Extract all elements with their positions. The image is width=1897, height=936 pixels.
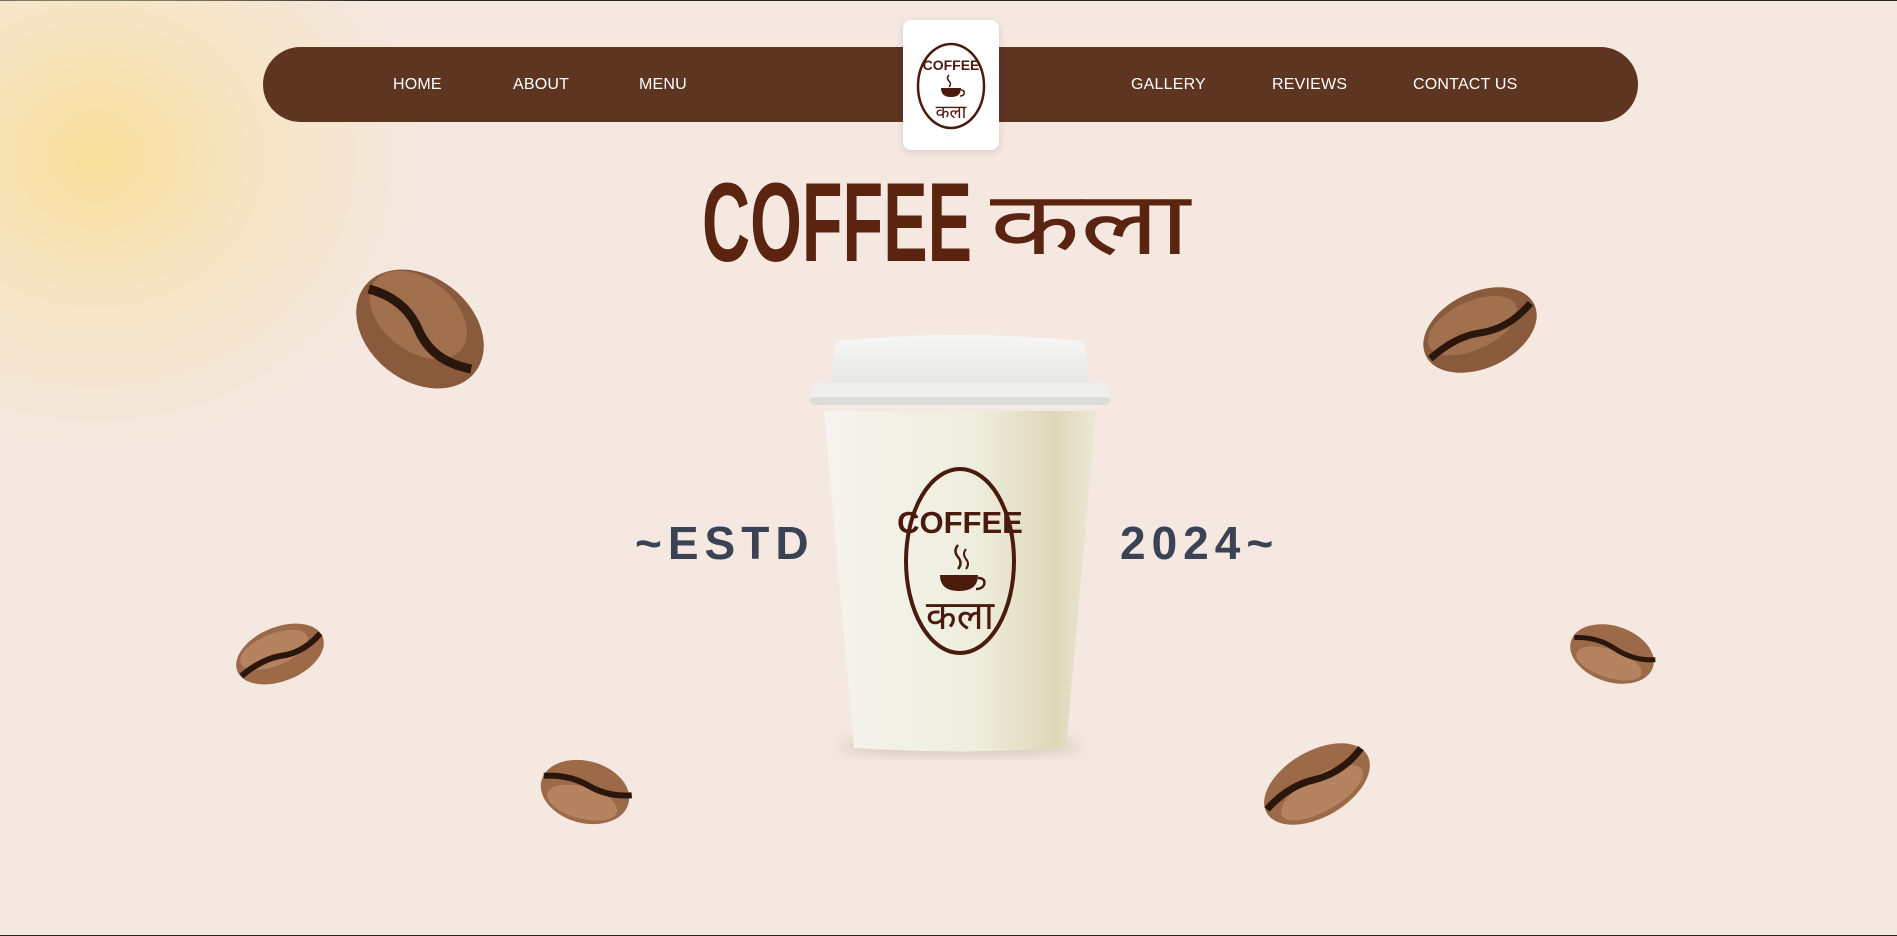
coffee-bean-icon [540,759,633,825]
nav-reviews-link[interactable]: REVIEWS [1272,47,1347,122]
logo-card[interactable]: COFFEE कला [903,20,999,150]
year-label: 2024~ [1120,517,1280,569]
nav-about-link[interactable]: ABOUT [513,47,569,122]
hero-wordmark: COFFEE कला [702,166,1193,266]
cup-coffee-text: COFFEE [897,505,1023,540]
wordmark-devanagari-text: कला [990,172,1193,266]
nav-gallery-link[interactable]: GALLERY [1131,47,1206,122]
coffee-bean-icon [1264,743,1370,825]
logo-coffee-text: COFFEE [923,57,980,73]
nav-contact-link[interactable]: CONTACT US [1413,47,1518,122]
brand-logo: COFFEE कला [916,42,986,130]
nav-menu-link[interactable]: MENU [639,47,687,122]
wordmark-coffee-text: COFFEE [702,166,972,266]
coffee-bean-icon [1570,624,1656,684]
coffee-bean-icon [356,269,484,389]
coffee-bean-icon [1423,287,1537,373]
coffee-bean-icon [236,623,324,685]
logo-devanagari-text: कला [936,102,967,123]
cup-devanagari-text: कला [926,593,995,639]
nav-home-link[interactable]: HOME [393,47,442,122]
estd-label: ~ESTD [635,517,815,569]
steaming-cup-icon [941,74,965,97]
coffee-cup-image: COFFEE कला [810,335,1110,756]
